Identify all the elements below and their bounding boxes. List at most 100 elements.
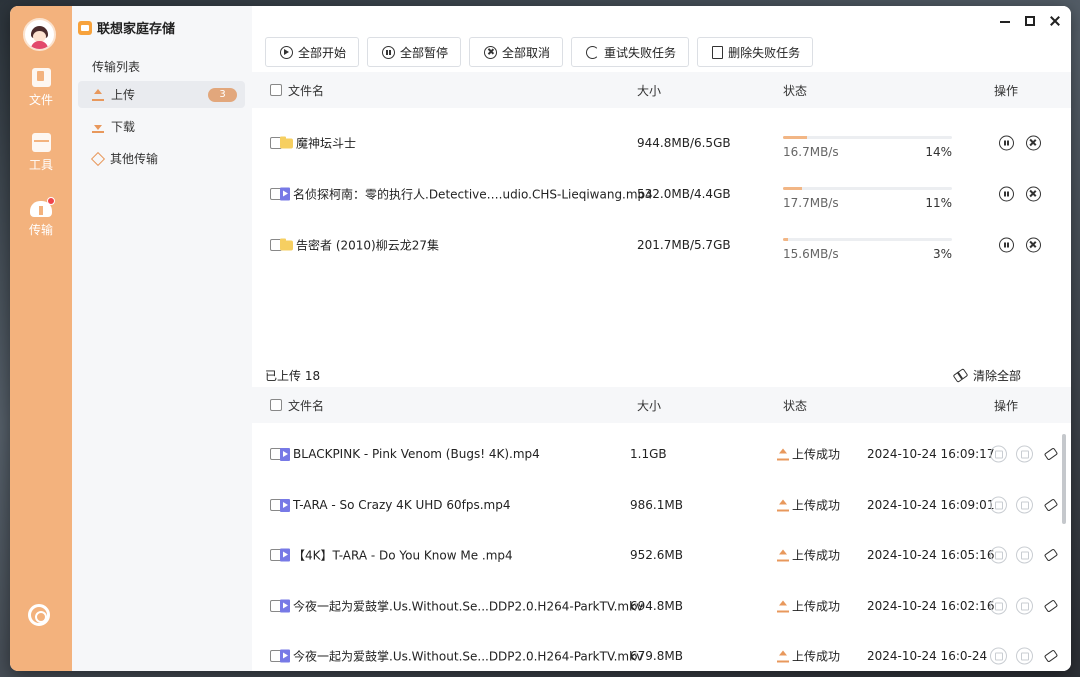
completed-row[interactable]: 今夜一起为爱鼓掌.Us.Without.Se...DDP2.0.H264-Par… [252,581,1071,631]
completed-row[interactable]: T-ARA - So Crazy 4K UHD 60fps.mp4 986.1M… [252,480,1071,530]
eraser-icon[interactable] [1043,649,1059,663]
scrollbar[interactable] [1062,434,1066,524]
file-size: 201.7MB/5.7GB [637,238,731,252]
sidebar-item-upload[interactable]: 上传 3 [78,81,245,108]
maximize-icon[interactable] [1025,16,1035,26]
select-all-checkbox[interactable] [270,399,282,411]
progress-bar [783,187,952,190]
minimize-icon[interactable] [999,15,1011,27]
rail-item-tools[interactable]: 工具 [10,133,72,173]
completed-row[interactable]: BLACKPINK - Pink Venom (Bugs! 4K).mp4 1.… [252,429,1071,479]
status-text: 上传成功 [792,599,841,614]
close-icon[interactable] [1049,15,1061,27]
details-icon[interactable] [990,445,1007,463]
retry-failed-button[interactable]: 重试失败任务 [571,37,690,67]
gear-icon[interactable] [28,604,50,626]
sidebar-section-title: 传输列表 [92,60,141,74]
file-icon [31,68,51,87]
upload-success-icon [777,448,789,460]
cancel-all-button[interactable]: 全部取消 [469,37,564,67]
cloud-transfer-icon [30,197,55,217]
eraser-icon[interactable] [1043,498,1059,512]
upload-success-icon [777,549,789,561]
completed-section-header: 已上传 18 清除全部 [252,361,1071,387]
notification-dot [47,197,55,205]
timestamp: 2024-10-24 16:02:16 [867,599,995,613]
completed-row[interactable]: 【4K】T-ARA - Do You Know Me .mp4 952.6MB … [252,530,1071,580]
sidebar-item-other[interactable]: 其他传输 [78,145,245,172]
button-label: 清除全部 [972,369,1021,383]
timestamp: 2024-10-24 16:09:01 [867,498,995,512]
rail-item-transfer[interactable]: 传输 [10,197,72,238]
avatar[interactable] [23,18,56,51]
details-icon[interactable] [990,546,1007,564]
rail-item-label: 工具 [28,158,53,172]
trash-icon [712,45,724,59]
window-controls [999,15,1061,27]
status-text: 上传成功 [792,447,841,462]
cancel-icon [484,45,498,59]
timestamp: 2024-10-24 16:05:16 [867,548,995,562]
pause-icon[interactable] [999,135,1014,151]
progress: 17.7MB/s 11% [783,187,952,210]
app-window: 文件 工具 传输 联想家庭存储 传输列表 上传 3 下载 其他传输 全部开始 全… [10,6,1071,671]
cancel-icon[interactable] [1026,237,1041,253]
upload-speed: 17.7MB/s [783,196,839,210]
toolbar: 全部开始 全部暂停 全部取消 重试失败任务 删除失败任务 [265,37,814,67]
button-label: 删除失败任务 [728,45,801,60]
cancel-icon[interactable] [1026,186,1041,202]
column-header-size: 大小 [637,398,662,413]
pause-icon[interactable] [999,237,1014,253]
button-label: 全部开始 [298,45,347,60]
open-folder-icon[interactable] [1016,496,1033,514]
pause-icon[interactable] [999,186,1014,202]
column-header-name: 文件名 [288,398,325,413]
eraser-icon[interactable] [1043,548,1059,562]
file-name: 【4K】T-ARA - Do You Know Me .mp4 [293,548,513,563]
upload-success-icon [777,650,789,662]
progress-percent: 14% [925,145,952,159]
cancel-icon[interactable] [1026,135,1041,151]
upload-row[interactable]: 名侦探柯南：零的执行人.Detective….udio.CHS-Lieqiwan… [252,169,1071,219]
select-all-checkbox[interactable] [270,84,282,96]
rail-item-label: 传输 [28,223,53,237]
open-folder-icon[interactable] [1016,647,1033,665]
eraser-icon [952,368,969,383]
upload-speed: 15.6MB/s [783,247,839,261]
progress: 16.7MB/s 14% [783,136,952,159]
upload-speed: 16.7MB/s [783,145,839,159]
app-logo-icon [78,20,92,35]
sidebar: 联想家庭存储 传输列表 上传 3 下载 其他传输 [72,6,252,671]
pause-all-button[interactable]: 全部暂停 [367,37,462,67]
open-folder-icon[interactable] [1016,597,1033,615]
column-header-size: 大小 [637,83,662,98]
rail-item-files[interactable]: 文件 [10,68,72,108]
upload-row[interactable]: 告密者 (2010)柳云龙27集 201.7MB/5.7GB 15.6MB/s 3… [252,220,1071,270]
file-name: 告密者 (2010)柳云龙27集 [296,238,439,253]
start-all-button[interactable]: 全部开始 [265,37,360,67]
eraser-icon[interactable] [1043,599,1059,613]
file-size: 986.1MB [630,498,683,512]
file-name: BLACKPINK - Pink Venom (Bugs! 4K).mp4 [293,447,540,461]
open-folder-icon[interactable] [1016,546,1033,564]
open-folder-icon[interactable] [1016,445,1033,463]
delete-failed-button[interactable]: 删除失败任务 [697,37,814,67]
retry-icon [586,45,600,59]
details-icon[interactable] [990,647,1007,665]
sidebar-item-download[interactable]: 下载 [78,113,245,140]
file-name: 名侦探柯南：零的执行人.Detective….udio.CHS-Lieqiwan… [293,187,653,202]
details-icon[interactable] [990,496,1007,514]
app-title: 联想家庭存储 [97,22,176,37]
clear-all-button[interactable]: 清除全部 [952,367,1021,384]
upload-row[interactable]: 魔神坛斗士 944.8MB/6.5GB 16.7MB/s 14% [252,118,1071,168]
progress: 15.6MB/s 3% [783,238,952,261]
file-size: 694.8MB [630,599,683,613]
eraser-icon[interactable] [1043,447,1059,461]
video-file-icon [280,599,290,613]
video-file-icon [280,548,290,562]
details-icon[interactable] [990,597,1007,615]
completed-row[interactable]: 今夜一起为爱鼓掌.Us.Without.Se...DDP2.0.H264-Par… [252,631,1071,671]
button-label: 全部暂停 [400,45,449,60]
play-icon [280,45,293,59]
completed-count: 已上传 18 [265,369,321,383]
